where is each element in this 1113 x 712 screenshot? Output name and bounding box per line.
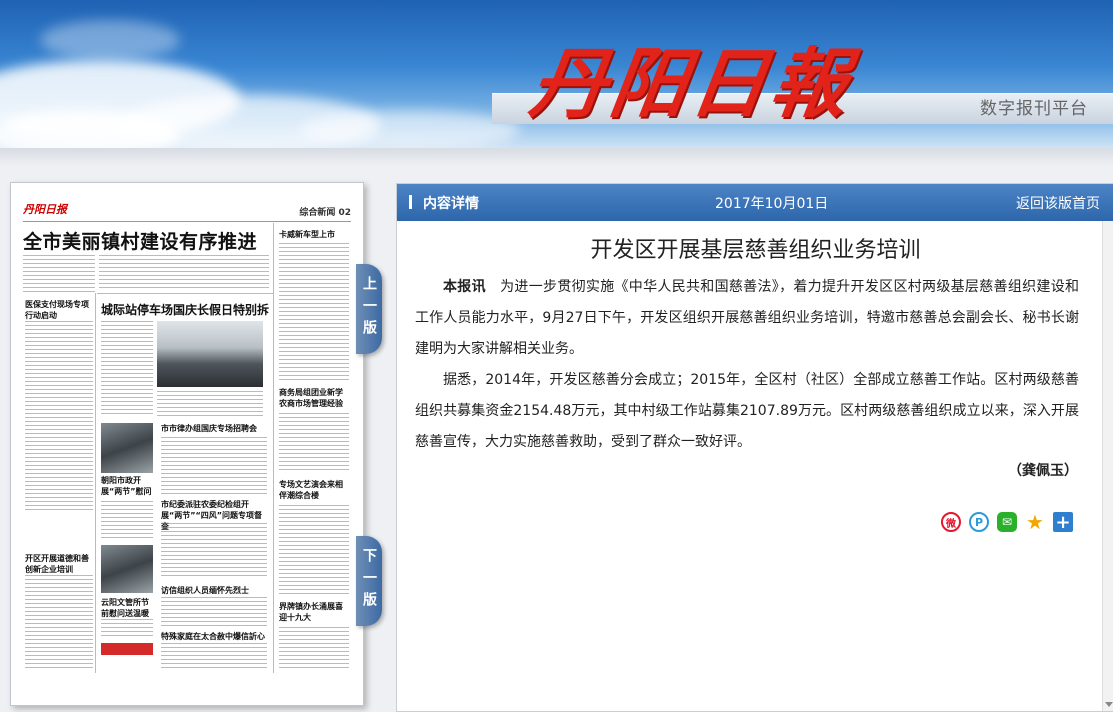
text-block [101,501,153,541]
row-rule [97,293,273,294]
article-panel: 内容详情 2017年10月01日 返回该版首页 开发区开展基层慈善组织业务培训 … [396,183,1113,712]
paper-masthead: 丹阳日报 [23,203,67,216]
text-block [279,413,349,473]
paper-item-title[interactable]: 访信组织人员缅怀先烈士 [161,585,249,596]
paper-item-title[interactable]: 卡威新车型上市 [279,229,335,240]
paper-item-title[interactable]: 医保支付现场专项行动启动 [25,299,91,321]
parking-lot-photo [157,321,263,387]
share-bar: 微 P ✉ ★ + [941,510,1073,534]
text-block [161,643,267,671]
text-block [161,523,267,579]
paper-page-label: 综合新闻 02 [299,208,351,218]
text-block [25,575,93,671]
ad-banner[interactable] [101,643,153,655]
text-block [101,321,153,417]
column-rule [273,223,274,673]
back-to-page-link[interactable]: 返回该版首页 [1016,193,1100,213]
article-title-bar: 内容详情 2017年10月01日 返回该版首页 [397,184,1113,221]
text-block [279,243,349,383]
issue-date: 2017年10月01日 [715,196,829,212]
header-separator [0,148,1113,166]
text-block [157,391,263,419]
paper-item-title[interactable]: 城际站停车场国庆长假日特别拆 [101,301,269,318]
paper-item-title[interactable]: 专场文艺演会来相伴潮综合楼 [279,479,349,501]
news-photo [101,423,153,473]
paper-item-title[interactable]: 界牌镇办长涌展喜迎十九大 [279,601,349,623]
paper-item-title[interactable]: 朝阳市政开展“两节”慰问 [101,475,155,497]
paper-masthead-row: 丹阳日报 综合新闻 02 [23,201,351,222]
cloud-decoration [40,20,180,60]
article-paragraph: 本报讯 为进一步贯彻实施《中华人民共和国慈善法》，着力提升开发区区村两级基层慈善… [415,272,1079,365]
article-body: 本报讯 为进一步贯彻实施《中华人民共和国慈善法》，着力提升开发区区村两级基层慈善… [415,272,1079,458]
paper-item-title[interactable]: 商务局组团业新学农商市场管理经验 [279,387,349,409]
article-scrollbar[interactable] [1102,221,1113,711]
qzone-icon[interactable]: ★ [1025,510,1045,534]
text-block [279,627,349,671]
text-block [161,597,267,627]
next-page-tab[interactable]: 下一版 [356,536,382,626]
more-share-icon[interactable]: + [1053,512,1073,533]
article-lead: 本报讯 [443,279,486,295]
news-photo [101,545,153,593]
bar-marker [409,195,412,209]
pengyou-icon[interactable]: P [969,512,989,532]
paper-item-title[interactable]: 特殊家庭在太合赦中爆信訢心 [161,631,265,642]
newspaper-page-thumbnail[interactable]: 丹阳日报 综合新闻 02 全市美丽镇村建设有序推进 医保支付现场专项行动启动 开… [10,182,364,706]
text-block [101,619,153,639]
weibo-icon[interactable]: 微 [941,512,961,532]
cloud-decoration [300,110,520,148]
paper-item-title[interactable]: 开区开展道德和善创新企业培训 [25,553,91,575]
article-paragraph: 据悉，2014年，开发区慈善分会成立；2015年，全区村（社区）全部成立慈善工作… [415,372,1079,450]
scroll-down-arrow-icon[interactable] [1105,702,1113,707]
text-block [279,505,349,595]
text-block [25,321,93,511]
site-header: 丹阳日報 数字报刊平台 [0,0,1113,148]
content-detail-label: 内容详情 [423,196,479,212]
paper-headline[interactable]: 全市美丽镇村建设有序推进 [23,227,257,254]
column-rule [95,293,96,673]
platform-label: 数字报刊平台 [980,99,1088,119]
wechat-icon[interactable]: ✉ [997,512,1017,532]
text-block [161,437,267,495]
site-logo: 丹阳日報 [524,39,858,128]
paper-item-title[interactable]: 云阳文管所节前慰问送温暖 [101,597,155,619]
paper-item-title[interactable]: 市市律办组国庆专场招聘会 [161,423,257,434]
text-block [23,255,95,295]
text-block [99,255,269,291]
paragraph-1-text: 为进一步贯彻实施《中华人民共和国慈善法》，着力提升开发区区村两级基层慈善组织建设… [415,279,1079,357]
prev-page-tab[interactable]: 上一版 [356,264,382,354]
article-title: 开发区开展基层慈善组织业务培训 [590,238,921,263]
article-author: （龚佩玉） [1008,463,1078,479]
